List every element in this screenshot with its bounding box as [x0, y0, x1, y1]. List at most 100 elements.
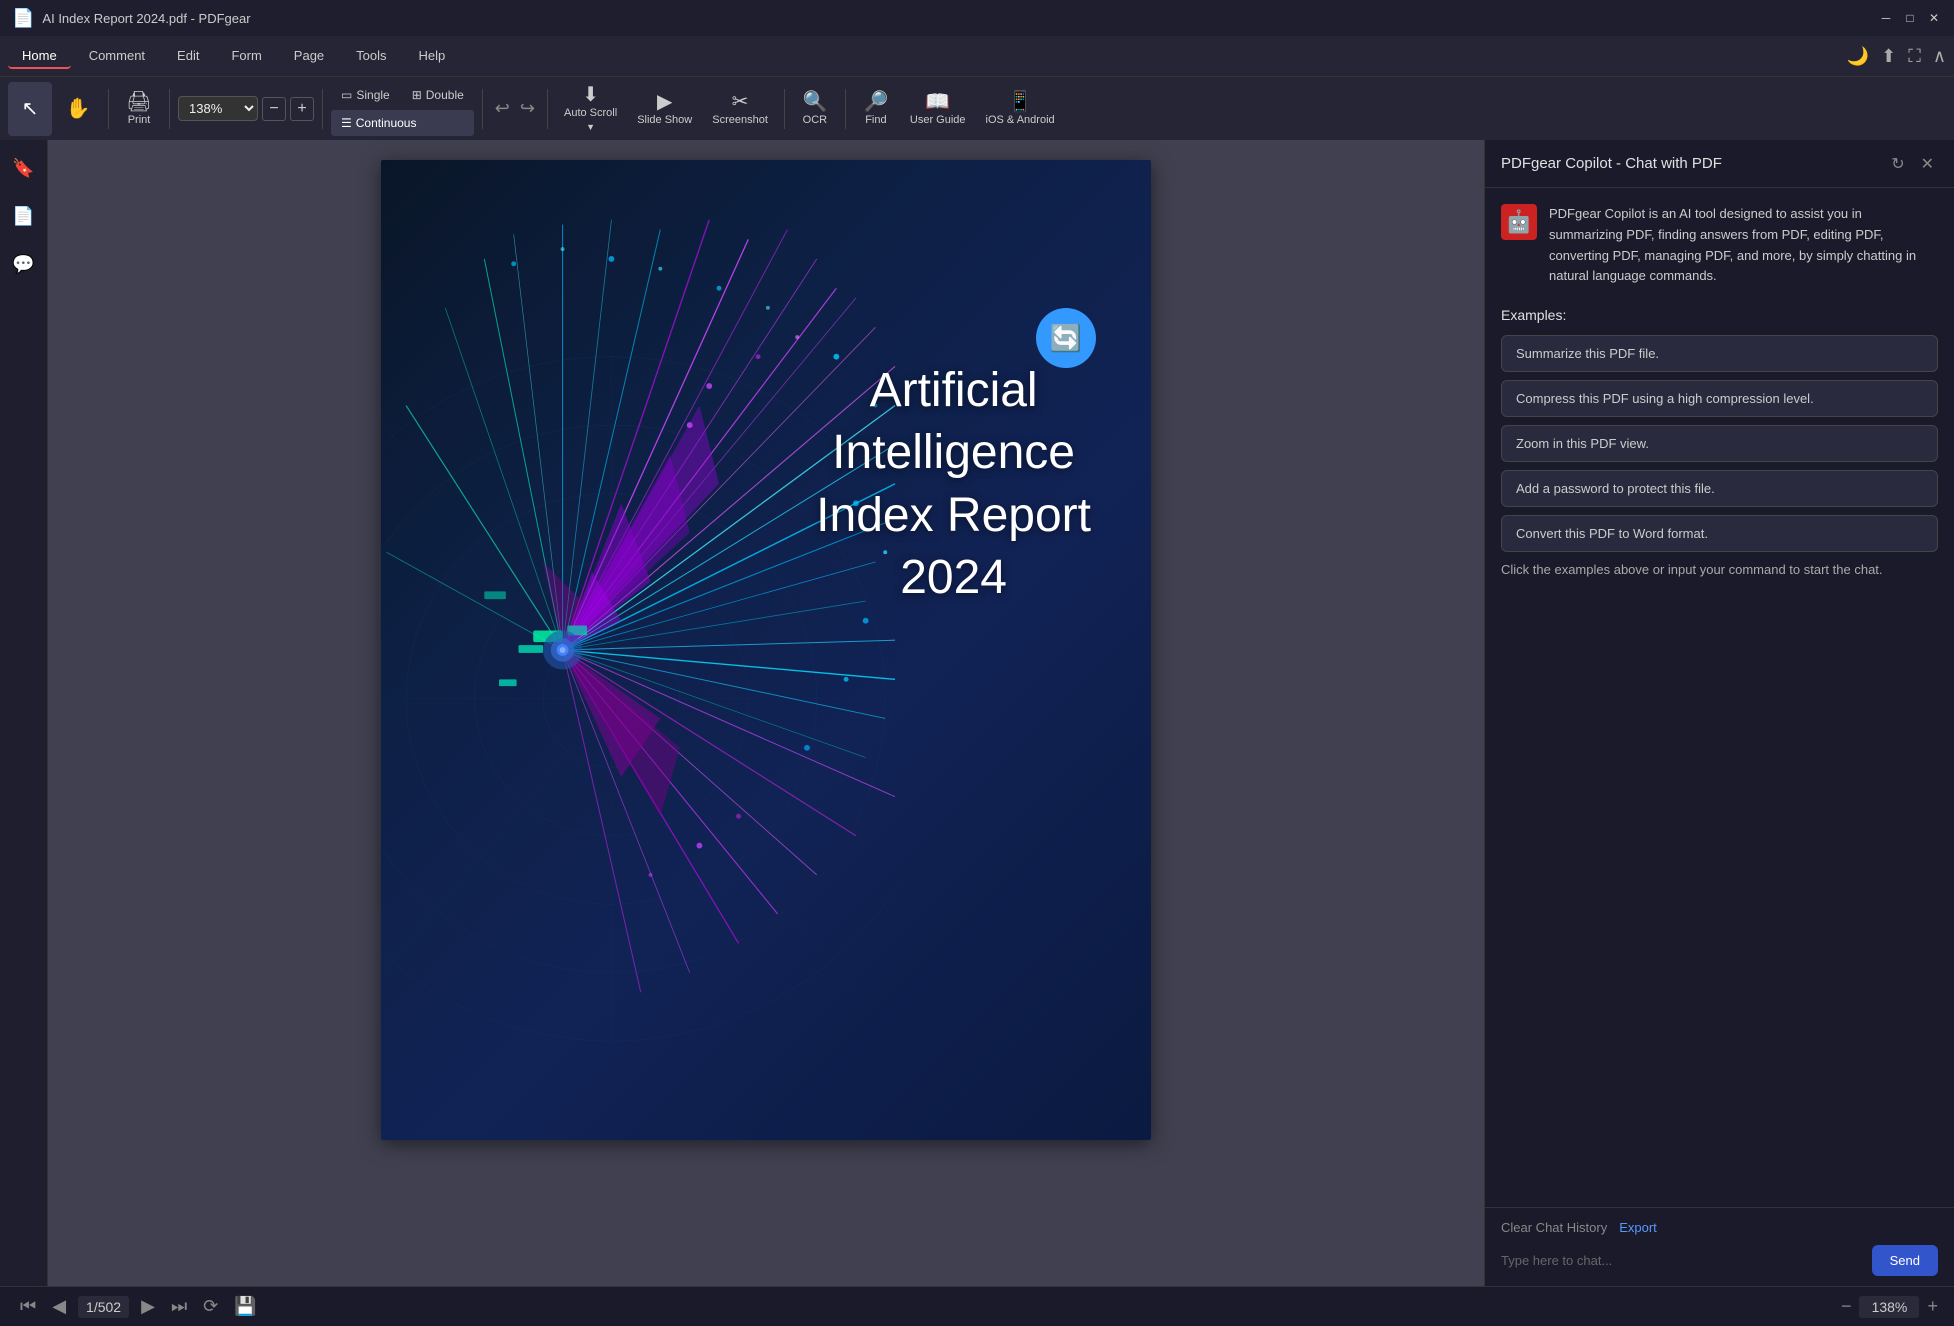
example-zoom-button[interactable]: Zoom in this PDF view.: [1501, 425, 1938, 462]
export-button[interactable]: Export: [1619, 1218, 1657, 1237]
maximize-button[interactable]: □: [1902, 10, 1918, 26]
hand-tool-button[interactable]: ✋: [56, 82, 100, 136]
auto-scroll-icon: ⬇: [582, 85, 599, 105]
zoom-controls-bottom: − 138% +: [1841, 1296, 1938, 1318]
copilot-description: PDFgear Copilot is an AI tool designed t…: [1549, 204, 1938, 287]
zoom-out-bottom-button[interactable]: −: [1841, 1296, 1852, 1317]
find-button[interactable]: 🔎 Find: [854, 82, 898, 136]
next-page-button[interactable]: ▶: [137, 1292, 159, 1321]
separator-7: [845, 89, 846, 129]
fullscreen-icon[interactable]: ⛶: [1908, 46, 1921, 67]
zoom-out-button[interactable]: −: [262, 97, 286, 121]
last-page-button[interactable]: ⏭: [167, 1292, 191, 1321]
pdf-page: Artificial Intelligence Index Report 202…: [381, 160, 1151, 1140]
user-guide-button[interactable]: 📖 User Guide: [902, 82, 974, 136]
separator-3: [322, 89, 323, 129]
copilot-logo: 🤖: [1501, 204, 1537, 240]
title-bar-left: 📄 AI Index Report 2024.pdf - PDFgear: [12, 8, 251, 29]
double-view-button[interactable]: ⊞ Double: [402, 82, 474, 108]
status-bar: ⏮ ◀ 1/502 ▶ ⏭ ⟳ 💾 − 138% +: [0, 1286, 1954, 1326]
app-logo-icon: 📄: [12, 8, 34, 29]
pdf-viewer-area[interactable]: Artificial Intelligence Index Report 202…: [48, 140, 1484, 1286]
cursor-icon: ↖: [22, 99, 39, 119]
single-icon: ▭: [341, 88, 352, 102]
separator-6: [784, 89, 785, 129]
continuous-view-button[interactable]: ☰ Continuous: [331, 110, 474, 136]
menu-home[interactable]: Home: [8, 44, 71, 69]
copilot-body: 🤖 PDFgear Copilot is an AI tool designed…: [1485, 188, 1954, 1207]
main-area: 🔖 📄 💬: [0, 140, 1954, 1286]
separator-2: [169, 89, 170, 129]
collapse-icon[interactable]: ∧: [1933, 46, 1946, 67]
copilot-header-icons: ↻ ✕: [1887, 150, 1938, 178]
zoom-in-button[interactable]: +: [290, 97, 314, 121]
copilot-refresh-button[interactable]: ↻: [1887, 150, 1908, 178]
nav-controls: ⏮ ◀ 1/502 ▶ ⏭ ⟳ 💾: [16, 1292, 261, 1321]
example-convert-button[interactable]: Convert this PDF to Word format.: [1501, 515, 1938, 552]
example-compress-button[interactable]: Compress this PDF using a high compressi…: [1501, 380, 1938, 417]
copilot-instruction: Click the examples above or input your c…: [1501, 560, 1938, 580]
zoom-in-bottom-button[interactable]: +: [1927, 1296, 1938, 1317]
share-icon[interactable]: ⬆: [1881, 46, 1896, 67]
menu-form[interactable]: Form: [217, 44, 275, 69]
ios-android-icon: 📱: [1008, 92, 1033, 112]
screenshot-button[interactable]: ✂ Screenshot: [704, 82, 776, 136]
ios-android-button[interactable]: 📱 iOS & Android: [978, 82, 1063, 136]
screenshot-icon: ✂: [732, 92, 749, 112]
continuous-icon: ☰: [341, 116, 352, 130]
zoom-select[interactable]: 138% 100% 75% 150% 200%: [178, 96, 258, 121]
hand-icon: ✋: [66, 99, 91, 119]
theme-toggle-icon[interactable]: 🌙: [1847, 46, 1869, 67]
undo-button[interactable]: ↩: [491, 94, 514, 123]
chat-actions: Clear Chat History Export: [1501, 1218, 1938, 1237]
title-bar: 📄 AI Index Report 2024.pdf - PDFgear ─ □…: [0, 0, 1954, 36]
menu-edit[interactable]: Edit: [163, 44, 213, 69]
clear-history-button[interactable]: Clear Chat History: [1501, 1218, 1607, 1237]
chat-input-field[interactable]: [1501, 1253, 1864, 1268]
copilot-circle-icon: 🔄: [1050, 323, 1082, 354]
slide-show-icon: ▶: [657, 92, 672, 112]
send-button[interactable]: Send: [1872, 1245, 1938, 1276]
sidebar-item-pages[interactable]: 📄: [8, 200, 40, 232]
title-bar-controls: ─ □ ✕: [1878, 10, 1942, 26]
auto-scroll-button[interactable]: ⬇ Auto Scroll ▼: [556, 82, 625, 136]
pdf-badge-icon: 🔄: [1036, 308, 1096, 368]
zoom-control: 138% 100% 75% 150% 200% − +: [178, 96, 314, 121]
menu-tools[interactable]: Tools: [342, 44, 400, 69]
redo-button[interactable]: ↪: [516, 94, 539, 123]
auto-scroll-dropdown-icon: ▼: [586, 122, 595, 132]
page-indicator: 1/502: [78, 1296, 129, 1318]
cursor-tool-button[interactable]: ↖: [8, 82, 52, 136]
copilot-header: PDFgear Copilot - Chat with PDF ↻ ✕: [1485, 140, 1954, 188]
copilot-title: PDFgear Copilot - Chat with PDF: [1501, 155, 1722, 172]
menu-help[interactable]: Help: [405, 44, 460, 69]
example-summarize-button[interactable]: Summarize this PDF file.: [1501, 335, 1938, 372]
example-password-button[interactable]: Add a password to protect this file.: [1501, 470, 1938, 507]
sidebar-item-comments[interactable]: 💬: [8, 248, 40, 280]
separator-5: [547, 89, 548, 129]
chat-input-area: Send: [1501, 1245, 1938, 1276]
separator-4: [482, 89, 483, 129]
ocr-button[interactable]: 🔍 OCR: [793, 82, 837, 136]
menu-page[interactable]: Page: [280, 44, 338, 69]
copilot-footer: Clear Chat History Export Send: [1485, 1207, 1954, 1286]
save-button[interactable]: 💾: [230, 1292, 260, 1321]
sidebar-item-bookmark[interactable]: 🔖: [8, 152, 40, 184]
copilot-close-button[interactable]: ✕: [1917, 150, 1938, 178]
separator-1: [108, 89, 109, 129]
slide-show-button[interactable]: ▶ Slide Show: [629, 82, 700, 136]
find-icon: 🔎: [863, 92, 888, 112]
undo-redo-group: ↩ ↪: [491, 94, 539, 123]
close-button[interactable]: ✕: [1926, 10, 1942, 26]
first-page-button[interactable]: ⏮: [16, 1292, 40, 1321]
user-guide-icon: 📖: [925, 92, 950, 112]
single-view-button[interactable]: ▭ Single: [331, 82, 400, 108]
view-mode-group: ▭ Single ⊞ Double ☰ Continuous: [331, 82, 474, 136]
menu-comment[interactable]: Comment: [75, 44, 159, 69]
print-icon: 🖨: [126, 92, 151, 112]
double-icon: ⊞: [412, 88, 422, 102]
minimize-button[interactable]: ─: [1878, 10, 1894, 26]
print-button[interactable]: 🖨 Print: [117, 82, 161, 136]
reset-view-button[interactable]: ⟳: [199, 1292, 222, 1321]
prev-page-button[interactable]: ◀: [48, 1292, 70, 1321]
